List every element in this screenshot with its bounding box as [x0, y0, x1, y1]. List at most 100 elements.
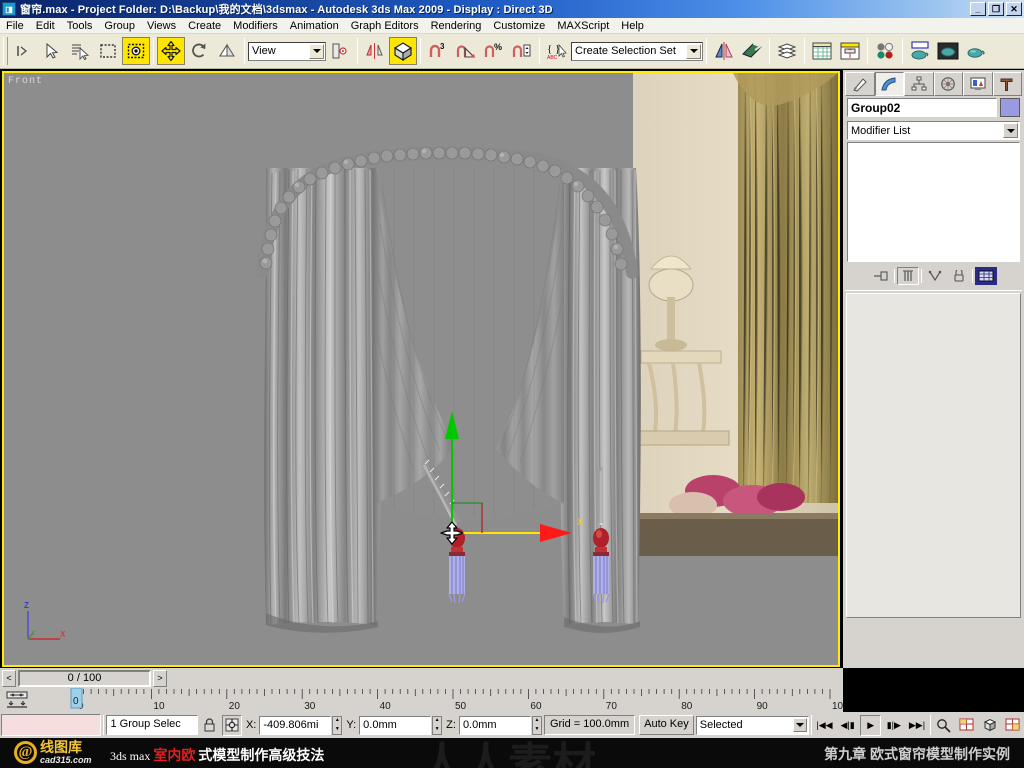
auto-key-button[interactable]: Auto Key	[639, 715, 694, 735]
modifier-stack-list[interactable]	[847, 142, 1020, 262]
align-icon[interactable]	[389, 37, 417, 65]
reference-coordinate-system-dropdown[interactable]: View	[248, 41, 326, 61]
frame-ruler[interactable]: 01020304050607080901000	[34, 688, 843, 712]
create-tab[interactable]	[845, 72, 875, 96]
previous-frame-arrow[interactable]: <	[2, 669, 16, 687]
motion-tab[interactable]	[933, 72, 963, 96]
utilities-tab[interactable]	[992, 72, 1022, 96]
parameters-rollout-area[interactable]	[846, 293, 1021, 618]
render-production-icon[interactable]	[962, 37, 990, 65]
make-unique-icon[interactable]	[924, 267, 946, 285]
previous-frame-button[interactable]: ◀|▮	[837, 714, 859, 736]
coordinate-y: Y: 0.0mm ▲ ▼	[344, 715, 443, 735]
angle-snap-icon[interactable]	[452, 37, 480, 65]
goto-end-button[interactable]: ▶▶|	[906, 714, 928, 736]
menu-modifiers[interactable]: Modifiers	[227, 19, 284, 33]
select-object-icon[interactable]	[38, 37, 66, 65]
show-end-result-icon[interactable]	[897, 267, 919, 285]
menu-group[interactable]: Group	[98, 19, 141, 33]
coord-x-spinner[interactable]: ▲ ▼	[332, 715, 343, 735]
percent-snap-icon[interactable]: %	[480, 37, 508, 65]
toolbar-separator	[902, 38, 903, 64]
viewport-label[interactable]: Front	[8, 76, 43, 87]
layer-manager-icon[interactable]	[773, 37, 801, 65]
chevron-down-icon[interactable]	[686, 43, 701, 59]
restore-button[interactable]: ❐	[988, 2, 1004, 16]
material-editor-icon[interactable]	[871, 37, 899, 65]
chevron-down-icon[interactable]	[1003, 123, 1018, 138]
align-tool-icon[interactable]	[738, 37, 766, 65]
select-and-rotate-icon[interactable]	[185, 37, 213, 65]
spinner-snap-icon[interactable]	[508, 37, 536, 65]
menu-edit[interactable]: Edit	[30, 19, 61, 33]
arc-rotate-icon[interactable]	[978, 714, 1000, 736]
chevron-down-icon[interactable]	[792, 717, 807, 732]
undo-icon[interactable]	[10, 37, 38, 65]
select-and-move-icon[interactable]	[157, 37, 185, 65]
time-slider-track[interactable]	[167, 670, 841, 687]
time-slider-handle[interactable]: 0 / 100	[18, 669, 151, 687]
goto-start-button[interactable]: |◀◀	[813, 714, 836, 736]
modifier-list-dropdown[interactable]: Modifier List	[847, 121, 1020, 140]
modify-tab[interactable]	[874, 72, 904, 96]
menu-file[interactable]: File	[0, 19, 30, 33]
menu-views[interactable]: Views	[141, 19, 182, 33]
menu-create[interactable]: Create	[182, 19, 227, 33]
menu-tools[interactable]: Tools	[61, 19, 99, 33]
remove-modifier-icon[interactable]	[948, 267, 970, 285]
menu-graph-editors[interactable]: Graph Editors	[345, 19, 425, 33]
select-region-icon[interactable]	[94, 37, 122, 65]
menu-customize[interactable]: Customize	[487, 19, 551, 33]
next-frame-arrow[interactable]: >	[153, 669, 167, 687]
select-by-name-icon[interactable]	[66, 37, 94, 65]
use-center-flyout-icon[interactable]	[326, 37, 354, 65]
next-frame-button[interactable]: ▮|▶	[883, 714, 905, 736]
object-color-swatch[interactable]	[1000, 98, 1020, 117]
move-gizmo[interactable]: X	[404, 393, 624, 573]
zoom-icon[interactable]	[932, 714, 954, 736]
coord-y-spinner[interactable]: ▲ ▼	[432, 715, 443, 735]
key-filter-dropdown[interactable]: Selected	[695, 715, 809, 735]
coord-z-field[interactable]: 0.0mm	[458, 715, 531, 735]
named-selection-sets-icon[interactable]: { } ABC	[543, 37, 571, 65]
display-tab[interactable]	[963, 72, 993, 96]
mirror-icon[interactable]	[361, 37, 389, 65]
coord-x-field[interactable]: -409.806mi	[259, 715, 332, 735]
front-viewport[interactable]: Front X Z X Y	[2, 71, 840, 667]
command-panel: Group02 Modifier List	[843, 70, 1024, 668]
command-panel-tabs	[843, 70, 1024, 96]
snap-3d-icon[interactable]: 3	[424, 37, 452, 65]
maximize-viewport-icon[interactable]	[1001, 714, 1024, 736]
max-app-icon[interactable]: ◨	[2, 2, 16, 16]
toolbar-grip[interactable]	[3, 37, 8, 65]
maxscript-mini-listener[interactable]	[1, 714, 102, 736]
hierarchy-tab[interactable]	[904, 72, 934, 96]
mirror-tool-icon[interactable]	[710, 37, 738, 65]
menu-rendering[interactable]: Rendering	[425, 19, 488, 33]
chevron-down-icon[interactable]	[309, 43, 324, 59]
menu-animation[interactable]: Animation	[284, 19, 345, 33]
minimize-button[interactable]: _	[970, 2, 986, 16]
menu-maxscript[interactable]: MAXScript	[551, 19, 615, 33]
play-animation-button[interactable]: ▶	[860, 714, 882, 736]
svg-text:{ }: { }	[547, 43, 560, 55]
menu-help[interactable]: Help	[615, 19, 650, 33]
object-name-field[interactable]: Group02	[847, 98, 997, 117]
coord-z-spinner[interactable]: ▲ ▼	[531, 715, 542, 735]
zoom-all-icon[interactable]	[955, 714, 977, 736]
pin-stack-icon[interactable]	[870, 267, 892, 285]
render-setup-icon[interactable]	[906, 37, 934, 65]
lock-icon[interactable]	[199, 714, 220, 736]
open-mini-curve-editor-icon[interactable]	[2, 689, 32, 711]
configure-modifier-sets-icon[interactable]	[975, 267, 997, 285]
coord-y-field[interactable]: 0.0mm	[359, 715, 432, 735]
schematic-view-icon[interactable]	[836, 37, 864, 65]
window-crossing-toggle-icon[interactable]	[122, 37, 150, 65]
named-selection-set-value: Create Selection Set	[575, 45, 676, 57]
select-and-scale-icon[interactable]	[213, 37, 241, 65]
absolute-relative-transform-icon[interactable]	[221, 714, 242, 736]
curve-editor-icon[interactable]	[808, 37, 836, 65]
close-button[interactable]: ✕	[1006, 2, 1022, 16]
rendered-frame-window-icon[interactable]	[934, 37, 962, 65]
named-selection-set-input[interactable]: Create Selection Set	[571, 41, 703, 61]
